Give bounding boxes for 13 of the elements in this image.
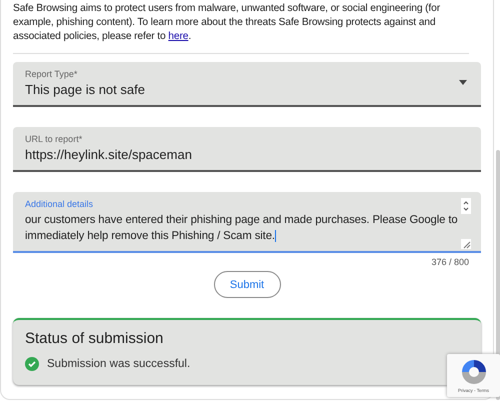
here-link[interactable]: here [168,31,188,42]
spinner-icon [461,198,471,214]
submit-button[interactable]: Submit [214,271,280,298]
character-counter: 376 / 800 [430,257,469,267]
resize-handle-icon[interactable] [461,239,471,249]
details-textarea[interactable]: Additional details our customers have entered their phishing page and made purchases. Please Google to immediately help remove this Phishing / Scam site. [13,192,481,253]
report-type-dropdown[interactable]: Report Type* This page is not safe [13,62,481,107]
status-message: Submission was successful. [47,358,190,370]
url-input-field[interactable]: URL to report* https://heylink.site/spaceman [13,127,481,172]
status-title: Status of submission [25,330,164,347]
intro-paragraph: Safe Browsing aims to protect users from malware, unwanted software, or social engineering (for example, phishing content). To learn more about the threats Safe Browsing protects against and associated policies, please refer to here. [13,2,469,54]
recaptcha-logo-icon [460,358,488,386]
dropdown-caret-icon [459,80,467,85]
